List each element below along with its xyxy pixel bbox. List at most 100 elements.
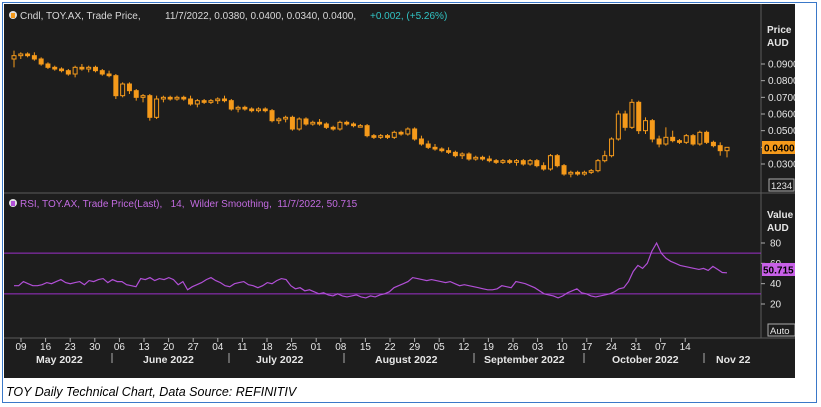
- candle-body: [425, 143, 431, 148]
- price-legend: Cndl, TOY.AX, Trade Price, 11/7/2022, 0.…: [9, 11, 447, 22]
- month-label: Nov 22: [716, 354, 751, 366]
- candle-body: [527, 160, 533, 165]
- price-legend-prefix: Cndl, TOY.AX, Trade Price,: [20, 11, 141, 22]
- candle-body: [520, 160, 526, 165]
- candle-body: [140, 95, 146, 98]
- candle-body: [160, 96, 166, 100]
- candle-body: [154, 98, 160, 118]
- legend-swatch: [11, 13, 15, 18]
- candle-body: [289, 116, 295, 130]
- candle-body: [52, 66, 58, 70]
- date-tick-label: 25: [286, 342, 298, 353]
- candle-body: [11, 55, 17, 60]
- candle-body: [262, 108, 268, 112]
- date-tick-label: 07: [655, 342, 667, 353]
- date-tick-label: 30: [89, 342, 101, 353]
- candle-body: [452, 151, 458, 157]
- candle-body: [473, 156, 479, 160]
- candle-body: [371, 135, 377, 138]
- date-tick-label: 15: [360, 342, 372, 353]
- date-tick-label: 17: [581, 342, 593, 353]
- candle-body: [398, 131, 404, 135]
- price-tick-label: 0.0300: [768, 160, 795, 171]
- candle-body: [59, 68, 65, 72]
- candle-body: [466, 153, 472, 160]
- candle-body: [663, 136, 669, 145]
- candle-body: [208, 100, 214, 103]
- candle-body: [344, 121, 350, 125]
- candle-body: [683, 135, 689, 143]
- candle-body: [106, 73, 112, 77]
- candle-body: [656, 138, 662, 145]
- candle-body: [405, 128, 411, 135]
- candle-body: [31, 55, 37, 60]
- candle-body: [391, 131, 397, 138]
- candle-body: [507, 160, 513, 163]
- candle-body: [126, 83, 132, 92]
- candle-body: [561, 165, 567, 175]
- rsi-last-value-label: 50.715: [763, 266, 794, 277]
- candle-body: [235, 106, 241, 110]
- candle-body: [215, 98, 221, 102]
- candle-body: [575, 171, 581, 175]
- price-axis-unit: AUD: [767, 38, 789, 49]
- candle-body: [439, 148, 445, 152]
- rsi-axis-unit: AUD: [767, 223, 789, 234]
- candle-body: [670, 136, 676, 142]
- candle-body: [568, 171, 574, 175]
- date-tick-label: 31: [630, 342, 642, 353]
- date-tick-label: 23: [65, 342, 77, 353]
- candle-body: [588, 170, 594, 173]
- rsi-axis-title: Value: [767, 210, 794, 221]
- candle-body: [602, 155, 608, 162]
- candle-body: [636, 101, 642, 132]
- price-legend-change: +0.002, (+5.26%): [370, 11, 447, 22]
- candle-body: [629, 101, 635, 128]
- candle-body: [704, 131, 710, 143]
- candle-body: [330, 126, 336, 130]
- date-tick-label: 11: [237, 342, 248, 353]
- candle-body: [643, 120, 649, 132]
- candle-body: [480, 156, 486, 160]
- rsi-tick-label: 40: [770, 279, 782, 290]
- candle-body: [595, 160, 601, 172]
- date-tick-label: 03: [532, 342, 544, 353]
- date-tick-label: 13: [138, 342, 150, 353]
- candle-body: [174, 96, 180, 100]
- candle-body: [412, 128, 418, 140]
- date-tick-label: 04: [212, 342, 224, 353]
- candle-body: [717, 145, 723, 152]
- candle-body: [133, 90, 139, 98]
- candle-body: [188, 98, 194, 105]
- date-tick-label: 29: [409, 342, 421, 353]
- candle-body: [194, 100, 200, 105]
- candle-body: [493, 160, 499, 163]
- price-tick-label: 0.0500: [768, 126, 795, 137]
- candle-body: [710, 141, 716, 147]
- candle-body: [269, 110, 275, 122]
- candle-body: [513, 160, 519, 163]
- candle-body: [25, 53, 31, 57]
- month-label: May 2022: [36, 354, 83, 366]
- month-label: August 2022: [375, 354, 438, 366]
- candle-body: [384, 135, 390, 138]
- candle-body: [228, 100, 234, 110]
- date-tick-label: 18: [261, 342, 273, 353]
- rsi-legend: RSI, TOY.AX, Trade Price(Last), 14, Wild…: [9, 199, 358, 210]
- rsi-legend-swatch: [11, 201, 15, 206]
- candle-body: [581, 171, 587, 175]
- candle-body: [201, 100, 207, 103]
- candle-body: [364, 125, 370, 137]
- candle-body: [113, 75, 119, 97]
- price-tick-label: 0.0600: [768, 110, 795, 121]
- candle-body: [120, 83, 126, 97]
- rsi-tick-label: 80: [770, 239, 782, 250]
- auto-button-label: Auto: [770, 326, 790, 337]
- candle-body: [181, 96, 187, 100]
- candle-body: [554, 155, 560, 167]
- month-label: September 2022: [484, 354, 565, 366]
- date-tick-label: 01: [311, 342, 323, 353]
- candle-body: [724, 146, 730, 152]
- chart-background: [4, 4, 795, 378]
- date-tick-label: 05: [434, 342, 446, 353]
